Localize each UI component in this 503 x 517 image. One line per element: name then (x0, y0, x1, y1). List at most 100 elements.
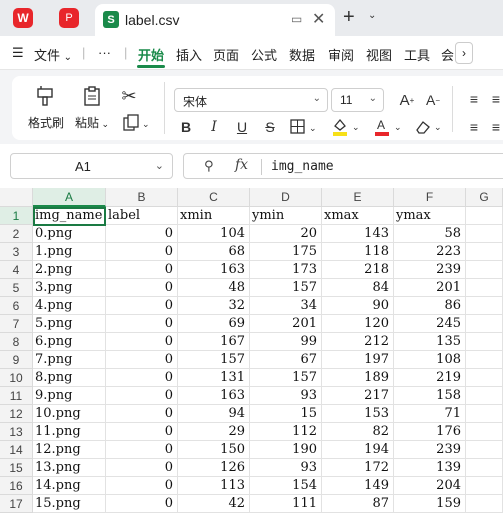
table-cell[interactable]: 48 (178, 279, 250, 297)
paste-icon[interactable] (81, 84, 105, 108)
table-cell[interactable] (466, 387, 503, 405)
cut-icon[interactable]: ✂ (117, 84, 141, 108)
table-cell[interactable]: 34 (250, 297, 322, 315)
wps-home-button[interactable]: W (8, 4, 38, 32)
tab-data[interactable]: 数据 (289, 45, 315, 64)
table-cell[interactable]: 204 (394, 477, 466, 495)
table-cell[interactable]: 163 (178, 261, 250, 279)
function-icon[interactable]: fx (235, 157, 248, 173)
table-cell[interactable]: 0 (106, 459, 178, 477)
tab-member[interactable]: 会 (441, 45, 454, 64)
table-cell[interactable]: 217 (322, 387, 394, 405)
table-cell[interactable]: 0 (106, 315, 178, 333)
row-header[interactable]: 17 (0, 495, 33, 513)
table-cell[interactable]: 139 (394, 459, 466, 477)
table-cell[interactable]: 9.png (33, 387, 106, 405)
table-cell[interactable]: xmin (178, 207, 250, 225)
bold-icon[interactable]: B (176, 116, 196, 138)
table-cell[interactable]: 157 (250, 369, 322, 387)
table-cell[interactable]: 0 (106, 297, 178, 315)
table-cell[interactable]: 150 (178, 441, 250, 459)
borders-icon[interactable]: ⌄ (288, 116, 322, 138)
strikethrough-icon[interactable]: S (260, 116, 280, 138)
align-left-icon[interactable]: ≡ (464, 116, 484, 138)
name-box[interactable]: A1 ⌄ (10, 153, 173, 179)
column-header-g[interactable]: G (466, 188, 503, 207)
row-header[interactable]: 12 (0, 405, 33, 423)
row-header[interactable]: 13 (0, 423, 33, 441)
table-cell[interactable]: 6.png (33, 333, 106, 351)
table-cell[interactable]: 99 (250, 333, 322, 351)
table-cell[interactable]: 112 (250, 423, 322, 441)
table-cell[interactable]: 93 (250, 387, 322, 405)
table-cell[interactable]: 143 (322, 225, 394, 243)
row-header[interactable]: 11 (0, 387, 33, 405)
table-cell[interactable]: 8.png (33, 369, 106, 387)
clear-format-icon[interactable]: ⌄ (412, 116, 446, 138)
table-cell[interactable]: 201 (394, 279, 466, 297)
table-cell[interactable]: 68 (178, 243, 250, 261)
table-cell[interactable]: 4.png (33, 297, 106, 315)
table-cell[interactable] (466, 243, 503, 261)
copy-icon[interactable]: ⌄ (119, 112, 153, 134)
table-cell[interactable] (466, 351, 503, 369)
table-cell[interactable]: 7.png (33, 351, 106, 369)
font-size-select[interactable]: 11 ⌄ (331, 88, 384, 112)
column-header-c[interactable]: C (178, 188, 250, 207)
table-cell[interactable]: ymax (394, 207, 466, 225)
table-cell[interactable]: 84 (322, 279, 394, 297)
table-cell[interactable]: 0 (106, 351, 178, 369)
table-cell[interactable]: 0 (106, 369, 178, 387)
table-cell[interactable]: 245 (394, 315, 466, 333)
table-cell[interactable]: 1.png (33, 243, 106, 261)
table-cell[interactable]: 0 (106, 495, 178, 513)
table-cell[interactable]: label (106, 207, 178, 225)
table-cell[interactable] (466, 225, 503, 243)
align-center-icon[interactable]: ≡ (488, 116, 503, 138)
table-cell[interactable] (466, 459, 503, 477)
table-cell[interactable]: 194 (322, 441, 394, 459)
table-cell[interactable] (466, 315, 503, 333)
font-name-select[interactable]: 宋体 ⌄ (174, 88, 328, 112)
table-cell[interactable]: 126 (178, 459, 250, 477)
table-cell[interactable]: 0 (106, 333, 178, 351)
table-cell[interactable]: 0.png (33, 225, 106, 243)
table-cell[interactable]: 71 (394, 405, 466, 423)
table-cell[interactable]: 173 (250, 261, 322, 279)
table-cell[interactable]: 167 (178, 333, 250, 351)
table-cell[interactable]: 113 (178, 477, 250, 495)
font-color-icon[interactable]: A ⌄ (372, 116, 406, 138)
table-cell[interactable]: 42 (178, 495, 250, 513)
table-cell[interactable]: 90 (322, 297, 394, 315)
table-cell[interactable]: 15 (250, 405, 322, 423)
table-cell[interactable]: 14.png (33, 477, 106, 495)
formula-input[interactable]: ⚲ fx img_name (183, 153, 503, 179)
table-cell[interactable]: 201 (250, 315, 322, 333)
table-cell[interactable] (466, 405, 503, 423)
table-cell[interactable]: 0 (106, 423, 178, 441)
table-cell[interactable] (466, 207, 503, 225)
column-header-b[interactable]: B (106, 188, 178, 207)
chevron-down-icon[interactable]: ⌄ (155, 159, 164, 172)
hamburger-menu-icon[interactable]: ☰ (12, 45, 24, 61)
table-cell[interactable]: 0 (106, 441, 178, 459)
table-cell[interactable]: 104 (178, 225, 250, 243)
window-mode-icon[interactable]: ▭ (291, 12, 302, 26)
table-cell[interactable]: 239 (394, 261, 466, 279)
row-header[interactable]: 4 (0, 261, 33, 279)
row-header[interactable]: 5 (0, 279, 33, 297)
row-header[interactable]: 16 (0, 477, 33, 495)
table-cell[interactable]: 118 (322, 243, 394, 261)
table-cell[interactable] (466, 279, 503, 297)
table-cell[interactable]: 157 (178, 351, 250, 369)
table-cell[interactable]: 15.png (33, 495, 106, 513)
table-cell[interactable]: 223 (394, 243, 466, 261)
column-header-f[interactable]: F (394, 188, 466, 207)
tab-page[interactable]: 页面 (213, 45, 239, 64)
table-cell[interactable]: 0 (106, 279, 178, 297)
table-cell[interactable]: 0 (106, 261, 178, 279)
decrease-font-icon[interactable]: A − (422, 88, 444, 112)
table-cell[interactable] (466, 261, 503, 279)
table-cell[interactable]: 13.png (33, 459, 106, 477)
table-cell[interactable] (466, 297, 503, 315)
